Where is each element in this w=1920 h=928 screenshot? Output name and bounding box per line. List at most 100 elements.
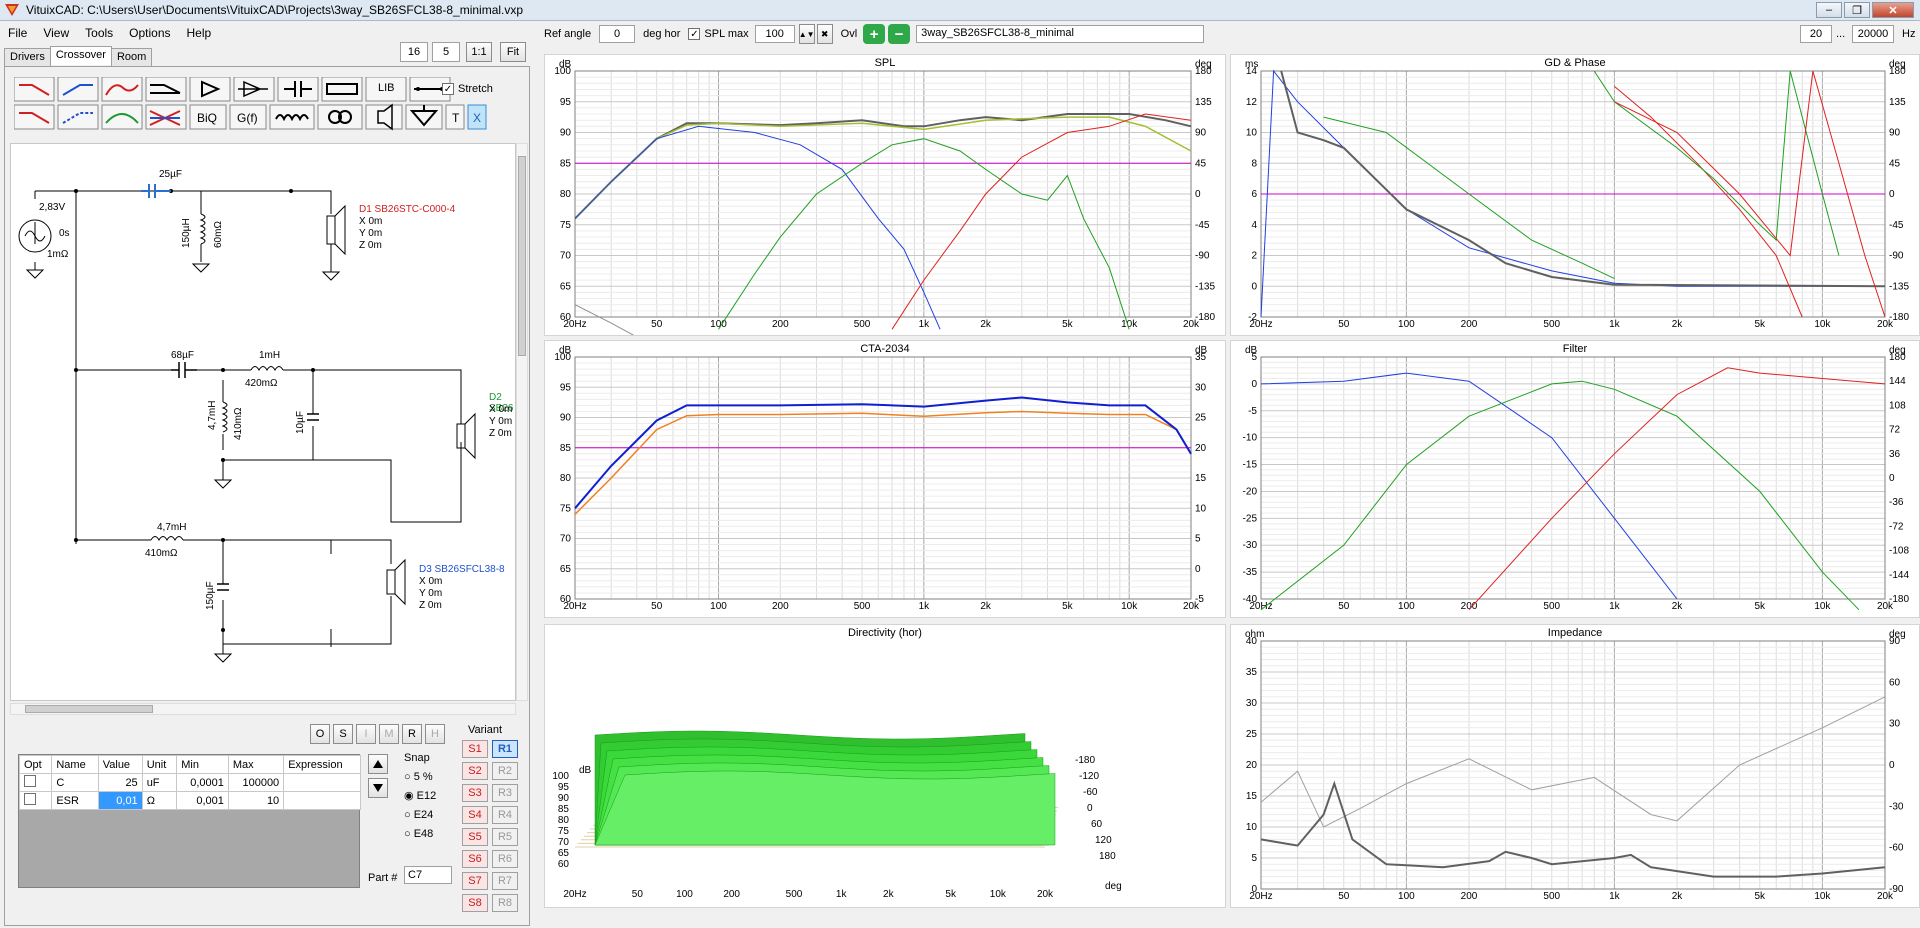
variant-s4-button[interactable]: S4 <box>462 806 488 824</box>
restore-button[interactable]: ❐ <box>1844 2 1870 18</box>
y2-tick-label: -72 <box>1889 521 1904 532</box>
c4-label[interactable]: 150µF <box>205 581 216 610</box>
flag-m-button[interactable]: M <box>379 724 399 744</box>
x-tick-label: 200 <box>772 319 789 330</box>
y2-tick-label: -135 <box>1889 281 1909 292</box>
impedance-plot[interactable]: 40 35 30 25 20 15 10 5 0 90 60 30 0 -30 -60 -90 20Hz 50 10… <box>1230 624 1920 908</box>
gd-phase-plot[interactable]: 14 12 10 8 6 4 2 0 -2 180 135 90 45 0 -45 -90 -135 -180 20… <box>1230 54 1920 336</box>
spl-max-label: SPL max <box>704 28 749 40</box>
variant-r7-button[interactable]: R7 <box>492 872 518 890</box>
part-field[interactable]: C7 <box>404 866 452 884</box>
y-tick-label: 65 <box>560 281 572 292</box>
opt-checkbox[interactable] <box>24 775 36 787</box>
tab-room[interactable]: Room <box>110 48 153 67</box>
variant-s7-button[interactable]: S7 <box>462 872 488 890</box>
flag-h-button[interactable]: H <box>425 724 445 744</box>
zoom-1to1-button[interactable]: 1:1 <box>466 42 492 62</box>
tab-drivers[interactable]: Drivers <box>4 48 51 67</box>
freq-min-field[interactable]: 20 <box>1800 25 1832 43</box>
variant-r3-button[interactable]: R3 <box>492 784 518 802</box>
param-value-selected[interactable]: 0,01 <box>97 791 143 810</box>
c3-label[interactable]: 10µF <box>295 411 306 434</box>
flag-s-button[interactable]: S <box>333 724 353 744</box>
param-min[interactable]: 0,0001 <box>176 773 229 792</box>
directivity-plot[interactable]: 100 95 90 85 80 75 70 65 60 dB 20Hz 50 100 200 500 1k 2k… <box>544 624 1226 908</box>
l1-label[interactable]: 150µH <box>181 218 192 248</box>
grid-y-field[interactable]: 5 <box>432 42 460 62</box>
l2-label[interactable]: 1mH <box>259 350 280 361</box>
move-down-button[interactable] <box>368 778 388 798</box>
c1-label[interactable]: 25µF <box>159 169 182 180</box>
snap-option-e24[interactable]: ○ E24 <box>404 806 436 825</box>
overlay-add-button[interactable]: + <box>863 24 886 44</box>
param-expression[interactable] <box>283 773 361 792</box>
variant-r8-button[interactable]: R8 <box>492 894 518 912</box>
variant-r4-button[interactable]: R4 <box>492 806 518 824</box>
param-max[interactable]: 100000 <box>227 773 285 792</box>
palette-text-button[interactable]: T <box>452 111 459 125</box>
variant-r2-button[interactable]: R2 <box>492 762 518 780</box>
schematic-canvas[interactable]: 25µF 150µH 60mΩ 2,83V 0s 1mΩ D1 SB26STC-… <box>10 143 516 701</box>
param-min[interactable]: 0,001 <box>176 791 229 810</box>
spl-max-spinner[interactable]: ▲▼ <box>798 24 815 44</box>
table-row[interactable]: ESR 0,01 Ω 0,001 10 <box>18 791 361 810</box>
palette-delete-button[interactable]: X <box>473 111 481 125</box>
tab-crossover[interactable]: Crossover <box>49 46 112 65</box>
flag-i-button[interactable]: I <box>356 724 376 744</box>
spl-fit-button[interactable]: ✖ <box>816 24 833 44</box>
l4-label[interactable]: 4,7mH <box>157 522 186 533</box>
variant-s6-button[interactable]: S6 <box>462 850 488 868</box>
variant-s2-button[interactable]: S2 <box>462 762 488 780</box>
schematic-vscroll[interactable] <box>516 143 528 701</box>
param-value[interactable]: 25 <box>97 773 143 792</box>
minimize-button[interactable]: – <box>1816 2 1842 18</box>
param-max[interactable]: 10 <box>227 791 285 810</box>
overlay-remove-button[interactable]: − <box>888 24 911 44</box>
opt-checkbox[interactable] <box>24 793 36 805</box>
close-button[interactable]: ✕ <box>1872 2 1914 18</box>
menu-help[interactable]: Help <box>179 26 220 40</box>
menu-file[interactable]: File <box>0 26 35 40</box>
variant-s1-button[interactable]: S1 <box>462 740 488 758</box>
snap-option-5[interactable]: ○ 5 % <box>404 768 436 787</box>
palette-biq-button[interactable]: BiQ <box>197 111 217 125</box>
move-up-button[interactable] <box>368 754 388 774</box>
ref-angle-field[interactable]: 0 <box>599 25 636 43</box>
param-expression[interactable] <box>283 791 361 810</box>
spl-max-checkbox[interactable]: ✓ <box>688 28 701 40</box>
menu-options[interactable]: Options <box>121 26 178 40</box>
palette-lib-button[interactable]: LIB <box>378 82 395 94</box>
driver3-label[interactable]: D3 SB26SFCL38-8 <box>419 564 505 575</box>
spl-max-field[interactable]: 100 <box>754 25 795 43</box>
y2-tick-label: -144 <box>1889 570 1909 581</box>
stretch-checkbox[interactable]: ✓ <box>442 83 454 95</box>
palette-gf-button[interactable]: G(f) <box>237 111 258 125</box>
overlay-name-field[interactable]: 3way_SB26SFCL38-8_minimal <box>916 25 1205 43</box>
table-row[interactable]: C 25 uF 0,0001 100000 <box>18 773 361 792</box>
zoom-fit-button[interactable]: Fit <box>500 42 526 62</box>
variant-r6-button[interactable]: R6 <box>492 850 518 868</box>
app-logo-icon <box>5 4 19 16</box>
l3-label[interactable]: 4,7mH <box>207 401 218 430</box>
y2-tick-label: 30 <box>1195 382 1207 393</box>
schematic-hscroll[interactable] <box>10 703 516 715</box>
spl-plot[interactable]: 100 95 90 85 80 75 70 65 60 180 135 90 45 0 -45 -90 -135… <box>544 54 1226 551</box>
menu-view[interactable]: View <box>35 26 77 40</box>
grid-x-field[interactable]: 16 <box>400 42 428 62</box>
flag-o-button[interactable]: O <box>310 724 330 744</box>
variant-r5-button[interactable]: R5 <box>492 828 518 846</box>
variant-s5-button[interactable]: S5 <box>462 828 488 846</box>
snap-option-e12[interactable]: ◉ E12 <box>404 787 436 806</box>
cta-2034-plot[interactable]: 100 95 90 85 80 75 70 65 60 35 30 25 20 15 10 5 0 -5 20Hz 5… <box>544 340 1226 618</box>
freq-max-field[interactable]: 20000 <box>1852 25 1894 43</box>
variant-s8-button[interactable]: S8 <box>462 894 488 912</box>
flag-r-button[interactable]: R <box>402 724 422 744</box>
snap-option-e48[interactable]: ○ E48 <box>404 825 436 844</box>
c2-label[interactable]: 68µF <box>171 350 194 361</box>
driver1-label[interactable]: D1 SB26STC-C000-4 <box>359 204 455 215</box>
variant-r1-button[interactable]: R1 <box>492 740 518 758</box>
menu-tools[interactable]: Tools <box>77 26 121 40</box>
variant-s3-button[interactable]: S3 <box>462 784 488 802</box>
y2-tick-label: 0 <box>1889 473 1895 484</box>
filter-plot[interactable]: 5 0 -5 -10 -15 -20 -25 -30 -35 -40 180 144 108 72 36 0-… <box>1230 340 1920 618</box>
